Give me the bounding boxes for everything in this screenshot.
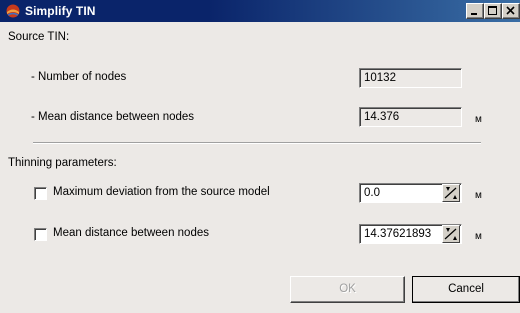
thinning-parameters-header: Thinning parameters: bbox=[8, 157, 117, 169]
spin-up-down-icon bbox=[444, 228, 457, 240]
window-title: Simplify TIN bbox=[25, 4, 96, 18]
number-of-nodes-label: - Number of nodes bbox=[31, 71, 127, 83]
ok-button[interactable]: OK bbox=[290, 276, 405, 303]
max-deviation-checkbox[interactable] bbox=[34, 187, 47, 200]
section-divider bbox=[33, 142, 481, 144]
close-button[interactable] bbox=[502, 3, 520, 19]
number-of-nodes-field: 10132 bbox=[359, 68, 462, 88]
source-mean-distance-label: - Mean distance between nodes bbox=[31, 111, 195, 123]
source-mean-distance-field: 14.376 bbox=[359, 107, 462, 127]
max-deviation-label[interactable]: Maximum deviation from the source model bbox=[53, 186, 270, 198]
source-tin-header: Source TIN: bbox=[8, 31, 70, 43]
maximize-button[interactable] bbox=[484, 3, 502, 19]
simplify-tin-dialog: Simplify TIN Source TIN: - Number of nod… bbox=[0, 0, 520, 313]
mean-distance-checkbox[interactable] bbox=[34, 228, 47, 241]
mean-distance-unit: м bbox=[475, 231, 482, 242]
source-mean-distance-unit: м bbox=[475, 114, 482, 125]
max-deviation-value: 0.0 bbox=[364, 187, 380, 199]
close-icon bbox=[506, 6, 515, 15]
mean-distance-value: 14.37621893 bbox=[364, 228, 432, 240]
maximize-icon bbox=[488, 6, 497, 15]
minimize-icon bbox=[471, 13, 477, 15]
source-mean-distance-value: 14.376 bbox=[364, 111, 400, 123]
max-deviation-spinner[interactable] bbox=[442, 184, 460, 202]
title-bar[interactable]: Simplify TIN bbox=[0, 0, 520, 22]
max-deviation-unit: м bbox=[475, 190, 482, 201]
spin-up-down-icon bbox=[444, 187, 457, 199]
minimize-button[interactable] bbox=[466, 3, 484, 19]
number-of-nodes-value: 10132 bbox=[364, 72, 396, 84]
mean-distance-label[interactable]: Mean distance between nodes bbox=[53, 227, 209, 239]
mean-distance-spinner[interactable] bbox=[442, 225, 460, 243]
cancel-button[interactable]: Cancel bbox=[412, 276, 520, 303]
simplify-tin-app-icon bbox=[6, 4, 20, 18]
